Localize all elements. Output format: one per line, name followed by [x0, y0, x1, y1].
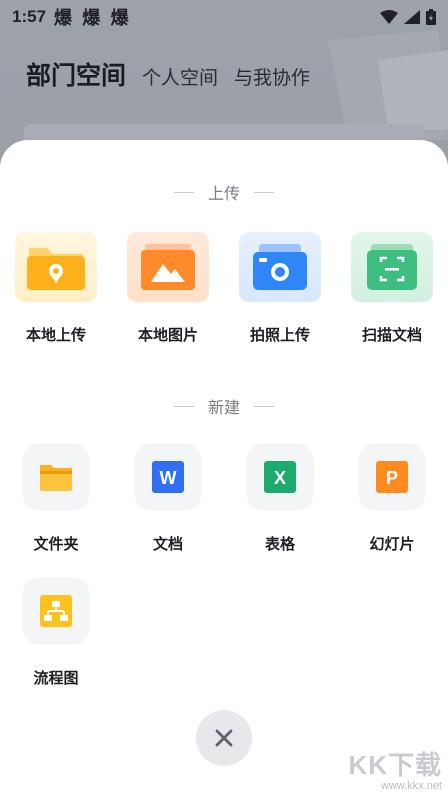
new-folder-button[interactable]: 文件夹 — [0, 443, 112, 554]
slides-icon: P — [376, 461, 408, 493]
create-options-row-2: 流程图 — [0, 577, 448, 688]
new-folder-label: 文件夹 — [33, 535, 79, 553]
camera-icon — [253, 244, 307, 290]
upload-section-header: 上传 — [0, 180, 448, 204]
local-image-button[interactable]: 本地图片 — [112, 232, 224, 345]
status-bar: 1:57 爆 爆 爆 — [0, 0, 448, 34]
local-image-label: 本地图片 — [137, 326, 198, 344]
spreadsheet-glyph: X — [274, 468, 286, 488]
close-icon — [215, 729, 233, 747]
new-spreadsheet-button[interactable]: X 表格 — [224, 443, 336, 554]
background-decoration — [328, 30, 448, 140]
camera-upload-button[interactable]: 拍照上传 — [224, 232, 336, 345]
new-spreadsheet-tile: X — [246, 443, 314, 511]
scan-document-label: 扫描文档 — [361, 326, 422, 344]
scan-icon — [367, 244, 417, 290]
close-button[interactable] — [196, 710, 252, 766]
new-flowchart-button[interactable]: 流程图 — [0, 577, 112, 688]
flowchart-icon — [40, 595, 72, 627]
wifi-icon — [380, 10, 398, 24]
new-flowchart-label: 流程图 — [33, 669, 79, 687]
scan-document-tile — [351, 232, 433, 302]
local-image-tile — [127, 232, 209, 302]
spreadsheet-icon: X — [264, 461, 296, 493]
tab-department-space: 部门空间 — [26, 61, 127, 90]
divider-line — [173, 191, 194, 193]
divider-line — [173, 405, 194, 407]
new-slides-button[interactable]: P 幻灯片 — [336, 443, 448, 554]
create-section-title: 新建 — [207, 398, 240, 417]
camera-upload-tile — [239, 232, 321, 302]
new-slides-tile: P — [358, 443, 426, 511]
create-options-row-1: 文件夹 W 文档 X 表格 P 幻灯片 — [0, 443, 448, 554]
folder-icon — [40, 465, 72, 491]
new-document-button[interactable]: W 文档 — [112, 443, 224, 554]
local-upload-tile — [15, 232, 97, 302]
new-spreadsheet-label: 表格 — [264, 535, 295, 553]
folder-location-icon — [27, 248, 85, 290]
camera-upload-label: 拍照上传 — [249, 326, 310, 344]
status-notification-icons: 爆 爆 爆 — [54, 8, 131, 29]
background-tabs: 部门空间 个人空间 与我协作 — [26, 56, 310, 92]
battery-icon — [426, 9, 436, 25]
upload-section-title: 上传 — [207, 184, 240, 203]
create-upload-sheet: 上传 本地上传 本地图片 拍照上传 扫描文档 新建 文件夹 W 文档 X 表格 … — [0, 140, 448, 796]
new-folder-tile — [22, 443, 90, 511]
local-upload-button[interactable]: 本地上传 — [0, 232, 112, 345]
tab-personal-space: 个人空间 — [142, 67, 219, 89]
upload-options: 本地上传 本地图片 拍照上传 扫描文档 — [0, 232, 448, 345]
image-icon — [141, 244, 195, 290]
divider-line — [254, 405, 274, 407]
new-document-tile: W — [134, 443, 202, 511]
scan-document-button[interactable]: 扫描文档 — [336, 232, 448, 345]
new-slides-label: 幻灯片 — [369, 535, 415, 553]
divider-line — [254, 191, 274, 193]
create-section-header: 新建 — [0, 394, 448, 418]
word-doc-glyph: W — [160, 468, 177, 488]
watermark-logo-text: KK下载 — [348, 750, 442, 780]
tab-shared-with-me: 与我协作 — [234, 67, 311, 89]
watermark: KK下载 www.kkx.net — [348, 745, 442, 792]
status-time: 1:57 — [12, 7, 47, 26]
slides-glyph: P — [386, 468, 398, 488]
local-upload-label: 本地上传 — [25, 326, 86, 344]
new-flowchart-tile — [22, 577, 90, 645]
new-document-label: 文档 — [152, 535, 183, 553]
watermark-url: www.kkx.net — [380, 780, 442, 792]
signal-icon — [404, 10, 420, 24]
word-doc-icon: W — [152, 461, 184, 493]
